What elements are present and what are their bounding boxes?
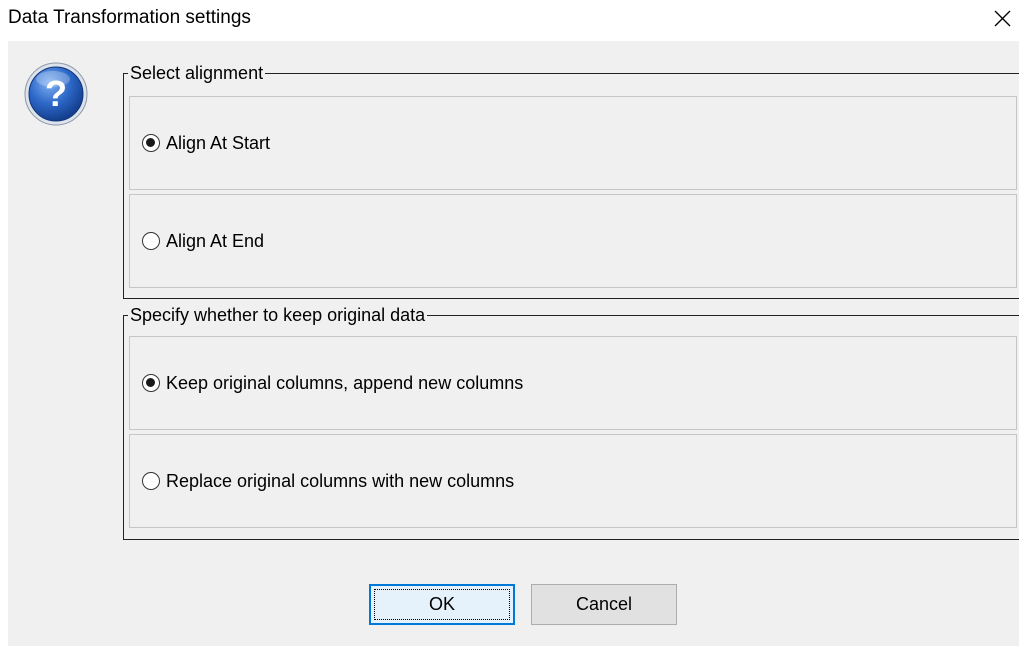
title-bar: Data Transformation settings (0, 0, 1019, 36)
align-start-option[interactable]: Align At Start (129, 96, 1017, 190)
keep-original-radio[interactable] (142, 374, 160, 392)
replace-original-option[interactable]: Replace original columns with new column… (129, 434, 1017, 528)
ok-button[interactable]: OK (369, 584, 515, 625)
keep-data-group: Specify whether to keep original data Ke… (123, 304, 1019, 540)
keep-data-group-legend: Specify whether to keep original data (128, 304, 428, 326)
replace-original-radio[interactable] (142, 472, 160, 490)
alignment-group: Select alignment Align At Start Align At… (123, 62, 1019, 299)
question-icon: ? (24, 62, 88, 126)
focus-ring (374, 589, 510, 620)
close-button[interactable] (985, 0, 1019, 36)
alignment-group-legend: Select alignment (128, 62, 266, 84)
replace-original-label: Replace original columns with new column… (166, 471, 515, 491)
keep-original-label: Keep original columns, append new column… (166, 373, 524, 393)
cancel-button[interactable]: Cancel (531, 584, 677, 625)
close-icon (994, 10, 1010, 26)
align-end-radio[interactable] (142, 232, 160, 250)
align-start-label: Align At Start (166, 133, 271, 153)
align-end-label: Align At End (166, 231, 265, 251)
cancel-button-label: Cancel (575, 594, 633, 614)
align-start-radio[interactable] (142, 134, 160, 152)
align-end-option[interactable]: Align At End (129, 194, 1017, 288)
window-title: Data Transformation settings (8, 7, 251, 28)
keep-original-option[interactable]: Keep original columns, append new column… (129, 336, 1017, 430)
question-glyph: ? (45, 73, 67, 114)
